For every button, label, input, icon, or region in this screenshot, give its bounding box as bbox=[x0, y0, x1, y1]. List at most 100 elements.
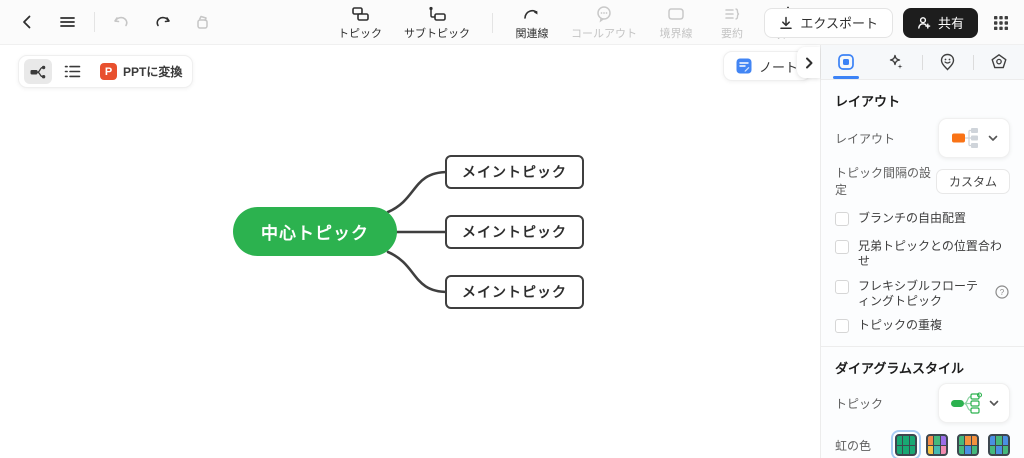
toolbar-divider bbox=[492, 12, 493, 33]
central-topic-node[interactable]: 中心トピック bbox=[233, 207, 397, 256]
topic-icon bbox=[352, 6, 369, 21]
spacing-row: トピック間隔の設定 カスタム bbox=[835, 164, 1010, 198]
rainbow-color-label: 虹の色 bbox=[835, 438, 872, 453]
rainbow-color-row: 虹の色 bbox=[835, 434, 1010, 456]
main-topic-node-2[interactable]: メイントピック bbox=[445, 215, 584, 249]
topic-style-dropdown[interactable] bbox=[938, 383, 1010, 423]
menu-icon bbox=[59, 17, 75, 27]
format-painter-icon bbox=[196, 15, 208, 29]
format-painter-button[interactable] bbox=[189, 9, 215, 35]
toolbar-right-group: エクスポート 共有 bbox=[764, 0, 1014, 45]
summary-button[interactable]: 要約 bbox=[715, 5, 749, 41]
boundary-icon bbox=[668, 7, 684, 20]
flexible-floating-label: フレキシブルフローティングトピック bbox=[858, 279, 979, 308]
rainbow-swatch-2[interactable] bbox=[926, 434, 948, 456]
subtopic-label: サブトピック bbox=[404, 27, 470, 40]
redo-icon bbox=[156, 16, 170, 27]
chevron-right-icon bbox=[805, 57, 812, 68]
back-button[interactable] bbox=[14, 9, 40, 35]
topic-button[interactable]: トピック bbox=[338, 5, 382, 41]
tab-style-panel[interactable] bbox=[821, 45, 871, 79]
flexible-floating-checkbox[interactable] bbox=[835, 280, 849, 294]
sticker-pin-icon bbox=[940, 53, 955, 71]
convert-to-ppt-button[interactable]: P PPTに変換 bbox=[100, 63, 182, 80]
shape-badge-icon bbox=[991, 54, 1007, 69]
layout-row: レイアウト bbox=[835, 118, 1010, 158]
back-icon bbox=[23, 15, 31, 29]
summary-label: 要約 bbox=[721, 27, 743, 40]
toolbar-divider bbox=[94, 12, 95, 32]
callout-icon bbox=[597, 5, 611, 22]
main-topic-node-1[interactable]: メイントピック bbox=[445, 155, 584, 189]
checkbox-row-flexible-floating: フレキシブルフローティングトピック ? bbox=[835, 279, 1010, 309]
section-divider bbox=[821, 346, 1024, 347]
chevron-down-icon bbox=[988, 135, 997, 141]
relation-line-icon bbox=[524, 9, 538, 19]
spacing-custom-button[interactable]: カスタム bbox=[936, 168, 1010, 194]
sidebar-tab-bar bbox=[821, 45, 1024, 80]
sibling-align-label: 兄弟トピックとの位置合わせ bbox=[858, 239, 1002, 268]
top-toolbar: トピック サブトピック 関連線 コールアウト 境界線 要約 エクスポート 共有 bbox=[0, 0, 1024, 45]
share-label: 共有 bbox=[937, 16, 964, 31]
layout-dropdown[interactable] bbox=[938, 118, 1010, 158]
callout-button[interactable]: コールアウト bbox=[571, 5, 637, 41]
topic-style-label: トピック bbox=[835, 396, 884, 411]
right-sidebar: レイアウト レイアウト トピック間隔の設定 カスタム ブランチの自由配置 兄弟ト… bbox=[821, 45, 1024, 458]
toolbar-left-group bbox=[0, 9, 215, 35]
mindmap-app: トピック サブトピック 関連線 コールアウト 境界線 要約 エクスポート 共有 … bbox=[0, 0, 1024, 458]
callout-label: コールアウト bbox=[571, 27, 637, 40]
layout-section-title: レイアウト bbox=[835, 94, 901, 109]
subtopic-button[interactable]: サブトピック bbox=[404, 5, 470, 41]
relation-line-label: 関連線 bbox=[515, 27, 549, 40]
boundary-button[interactable]: 境界線 bbox=[659, 5, 693, 41]
mindmap-canvas[interactable]: P PPTに変換 ノート 中心トピック メイントピック メイントピック メイント… bbox=[0, 45, 821, 458]
ppt-label: PPTに変換 bbox=[123, 65, 183, 79]
topic-overlap-label: トピックの重複 bbox=[858, 318, 943, 332]
tab-shape-panel[interactable] bbox=[974, 45, 1024, 79]
layout-style-glyph bbox=[951, 128, 978, 148]
outline-view-button[interactable] bbox=[58, 59, 86, 84]
rainbow-swatch-3[interactable] bbox=[957, 434, 979, 456]
rainbow-swatch-4[interactable] bbox=[988, 434, 1010, 456]
style-panel-icon bbox=[838, 54, 854, 70]
sibling-align-checkbox[interactable] bbox=[835, 240, 849, 254]
tab-sticker-panel[interactable] bbox=[923, 45, 973, 79]
main-topic-node-3[interactable]: メイントピック bbox=[445, 275, 584, 309]
summary-icon bbox=[725, 7, 740, 20]
outline-list-icon bbox=[64, 65, 80, 78]
share-button[interactable]: 共有 bbox=[902, 7, 978, 38]
redo-button[interactable] bbox=[149, 9, 175, 35]
note-icon bbox=[736, 58, 752, 74]
topic-style-glyph bbox=[950, 392, 982, 414]
active-tab-underline bbox=[833, 76, 860, 79]
free-branch-checkbox[interactable] bbox=[835, 212, 849, 226]
share-person-icon bbox=[918, 16, 931, 29]
topic-label: トピック bbox=[338, 27, 382, 40]
svg-text:?: ? bbox=[1000, 288, 1005, 297]
checkbox-row-topic-overlap: トピックの重複 bbox=[835, 318, 1010, 333]
ppt-icon: P bbox=[100, 63, 117, 80]
diagram-style-section-title: ダイアグラムスタイル bbox=[835, 361, 964, 376]
view-switcher: P PPTに変換 bbox=[18, 55, 194, 88]
checkbox-row-sibling-align: 兄弟トピックとの位置合わせ bbox=[835, 239, 1010, 269]
download-icon bbox=[780, 16, 793, 29]
toolbar-center-group: トピック サブトピック 関連線 コールアウト 境界線 要約 bbox=[338, 0, 805, 45]
mindmap-view-button[interactable] bbox=[24, 59, 52, 84]
subtopic-icon bbox=[429, 6, 446, 21]
topic-overlap-checkbox[interactable] bbox=[835, 319, 849, 333]
menu-button[interactable] bbox=[54, 9, 80, 35]
tab-ai-panel[interactable] bbox=[871, 45, 921, 79]
app-grid-button[interactable] bbox=[988, 10, 1014, 36]
relation-line-button[interactable]: 関連線 bbox=[515, 5, 549, 41]
help-icon[interactable]: ? bbox=[995, 285, 1009, 299]
layout-label: レイアウト bbox=[835, 131, 896, 146]
note-label: ノート bbox=[759, 59, 799, 75]
sidebar-content: レイアウト レイアウト トピック間隔の設定 カスタム ブランチの自由配置 兄弟ト… bbox=[821, 80, 1024, 458]
chevron-down-icon bbox=[989, 400, 998, 406]
undo-icon bbox=[114, 16, 128, 27]
ai-sparkle-icon bbox=[890, 54, 903, 69]
undo-button[interactable] bbox=[109, 9, 135, 35]
sidebar-collapse-button[interactable] bbox=[797, 47, 820, 78]
rainbow-swatch-1[interactable] bbox=[895, 434, 917, 456]
export-button[interactable]: エクスポート bbox=[764, 7, 893, 38]
